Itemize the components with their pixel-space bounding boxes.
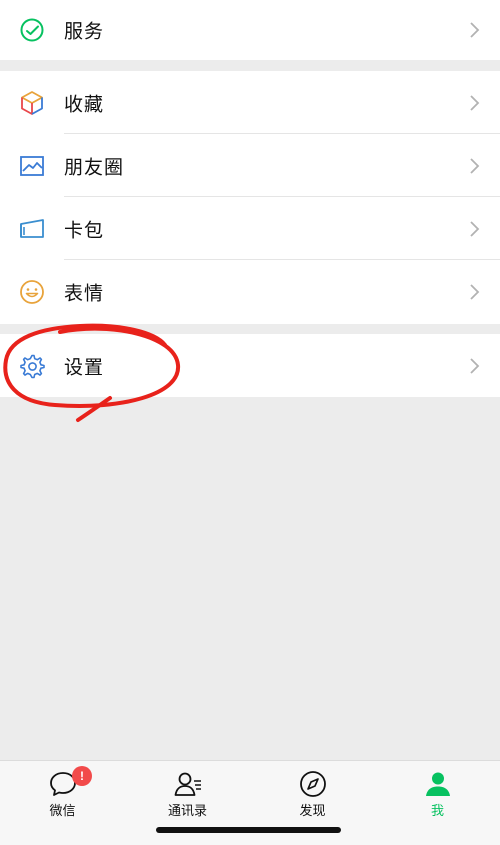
features-group: 收藏 朋友圈 卡包 表情 — [0, 71, 500, 324]
menu-item-moments[interactable]: 朋友圈 — [0, 134, 500, 197]
chevron-right-icon — [470, 94, 480, 111]
menu-item-favorites-label: 收藏 — [64, 93, 105, 115]
contacts-icon — [174, 772, 201, 796]
chevron-right-icon — [470, 357, 480, 374]
tab-chats[interactable]: ! 微信 — [0, 761, 125, 831]
settings-group: 设置 — [0, 334, 500, 397]
tab-contacts[interactable]: 通讯录 — [125, 761, 250, 831]
gear-icon — [19, 353, 45, 379]
person-icon — [425, 772, 450, 796]
menu-item-stickers-label: 表情 — [64, 282, 105, 305]
smile-icon — [19, 279, 45, 305]
chevron-right-icon — [470, 157, 480, 174]
image-icon — [19, 153, 45, 179]
chevron-right-icon — [470, 284, 480, 300]
services-group: 服务 — [0, 0, 500, 60]
tab-contacts-label: 通讯录 — [167, 804, 207, 819]
tab-me-label: 我 — [430, 804, 444, 819]
menu-item-favorites[interactable]: 收藏 — [0, 71, 500, 134]
chevron-right-icon — [470, 22, 480, 38]
menu-item-services-label: 服务 — [64, 20, 105, 43]
services-icon — [19, 17, 45, 43]
compass-icon — [299, 771, 326, 797]
tab-me[interactable]: 我 — [375, 761, 500, 831]
menu-item-settings-label: 设置 — [64, 356, 105, 378]
chevron-right-icon — [470, 220, 480, 237]
tab-discover[interactable]: 发现 — [250, 761, 375, 831]
cube-icon — [19, 90, 45, 116]
menu-item-services[interactable]: 服务 — [0, 0, 500, 60]
menu-item-moments-label: 朋友圈 — [64, 156, 125, 178]
menu-item-stickers[interactable]: 表情 — [0, 260, 500, 324]
tab-chats-label: 微信 — [49, 804, 76, 819]
menu-item-settings[interactable]: 设置 — [0, 334, 500, 397]
menu-item-cards[interactable]: 卡包 — [0, 197, 500, 260]
menu-item-cards-label: 卡包 — [64, 219, 105, 241]
wallet-icon — [19, 216, 45, 242]
tab-bar: ! 微信 通讯录 发现 我 — [0, 760, 500, 845]
unread-badge: ! — [72, 766, 92, 786]
tab-discover-label: 发现 — [299, 804, 326, 819]
home-indicator — [156, 827, 341, 833]
